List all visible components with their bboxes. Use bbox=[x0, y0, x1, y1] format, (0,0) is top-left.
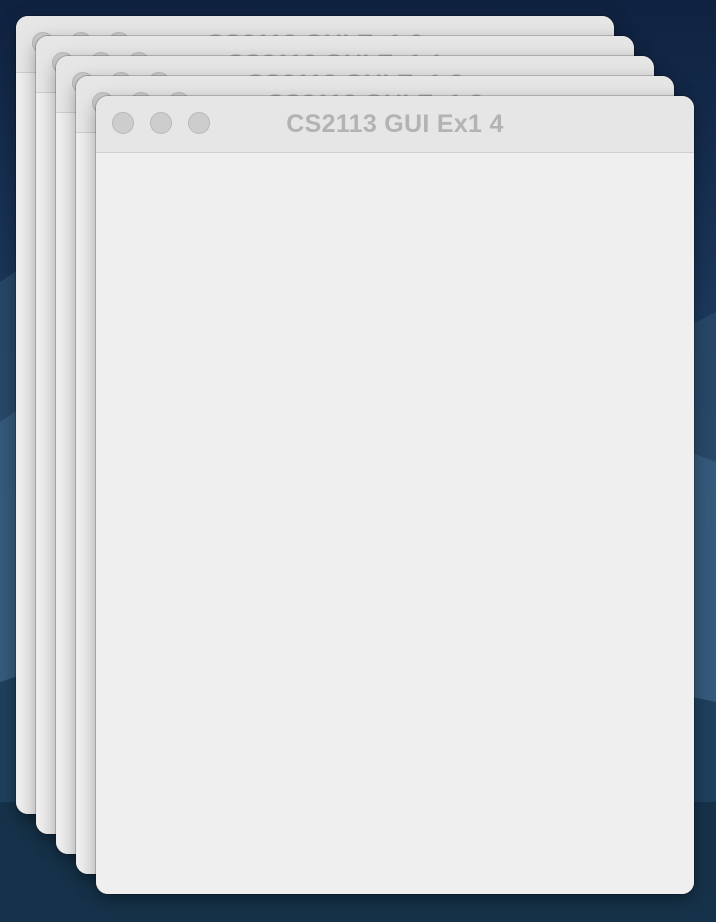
app-window-4[interactable]: CS2113 GUI Ex1 4 bbox=[96, 96, 694, 894]
window-titlebar[interactable]: CS2113 GUI Ex1 4 bbox=[96, 96, 694, 153]
window-content bbox=[96, 153, 694, 894]
window-title: CS2113 GUI Ex1 4 bbox=[286, 109, 504, 138]
minimize-button[interactable] bbox=[150, 112, 172, 134]
close-button[interactable] bbox=[112, 112, 134, 134]
zoom-button[interactable] bbox=[188, 112, 210, 134]
